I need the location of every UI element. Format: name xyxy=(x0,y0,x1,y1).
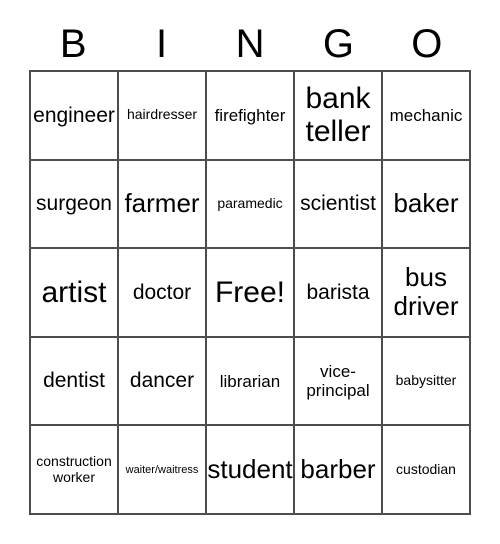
bingo-cell[interactable]: paramedic xyxy=(207,160,295,250)
bingo-cell-label: scientist xyxy=(300,192,376,216)
bingo-grid: engineer hairdresser firefighter bank telle… xyxy=(29,70,471,515)
bingo-cell-label: librarian xyxy=(219,371,281,391)
bingo-cell[interactable]: barber xyxy=(295,426,383,515)
bingo-cell[interactable]: construction worker xyxy=(31,426,119,515)
bingo-cell[interactable]: student xyxy=(207,426,295,515)
bingo-cell[interactable]: waiter/waitress xyxy=(119,426,207,515)
bingo-cell[interactable]: bus driver xyxy=(383,249,471,338)
bingo-cell[interactable]: dancer xyxy=(119,337,207,427)
header-letter-g: G xyxy=(322,22,354,66)
bingo-cell[interactable]: doctor xyxy=(119,249,207,338)
bingo-cell[interactable]: firefighter xyxy=(207,72,295,161)
bingo-cell[interactable]: baker xyxy=(383,160,471,250)
bingo-cell-label: mechanic xyxy=(389,105,463,125)
header-letter-i: I xyxy=(156,22,168,66)
bingo-cell[interactable]: barista xyxy=(295,249,383,338)
bingo-cell-label: doctor xyxy=(132,280,192,304)
bingo-header: B I N G O xyxy=(29,18,471,70)
bingo-cell[interactable]: mechanic xyxy=(383,72,471,161)
bingo-cell-label: hairdresser xyxy=(126,106,198,123)
bingo-cell-label: dentist xyxy=(43,369,105,393)
bingo-cell-label: paramedic xyxy=(217,195,283,212)
bingo-cell-label: construction worker xyxy=(36,453,112,485)
header-letter-o: O xyxy=(411,22,443,66)
bingo-cell[interactable]: Free! xyxy=(207,249,295,338)
bingo-cell[interactable]: dentist xyxy=(31,337,119,427)
bingo-cell-label: waiter/waitress xyxy=(125,463,199,476)
bingo-cell-label: barber xyxy=(300,454,376,485)
bingo-card: B I N G O engineer hairdresser firefighter… xyxy=(0,0,500,544)
bingo-cell-label: barista xyxy=(306,280,370,304)
header-letter-n: N xyxy=(235,22,265,66)
bingo-cell-label: bank teller xyxy=(305,81,371,149)
header-letter-b: B xyxy=(59,22,87,66)
bingo-cell-label: baker xyxy=(393,188,459,219)
bingo-cell[interactable]: surgeon xyxy=(31,160,119,250)
bingo-cell-label: bus driver xyxy=(393,262,459,322)
bingo-cell[interactable]: librarian xyxy=(207,337,295,427)
bingo-cell-label: artist xyxy=(41,275,107,309)
bingo-cell[interactable]: vice-principal xyxy=(295,337,383,427)
bingo-cell[interactable]: farmer xyxy=(119,160,207,250)
bingo-cell[interactable]: custodian xyxy=(383,426,471,515)
bingo-cell-label: Free! xyxy=(214,275,286,309)
bingo-cell-label: engineer xyxy=(33,103,115,127)
bingo-cell-label: babysitter xyxy=(395,372,457,389)
bingo-cell[interactable]: babysitter xyxy=(383,337,471,427)
bingo-cell-label: firefighter xyxy=(214,105,286,125)
bingo-cell[interactable]: artist xyxy=(31,249,119,338)
bingo-cell[interactable]: scientist xyxy=(295,160,383,250)
bingo-cell-label: vice-principal xyxy=(306,362,370,401)
bingo-cell-label: surgeon xyxy=(36,192,112,216)
bingo-cell-label: custodian xyxy=(396,460,456,477)
bingo-cell-label: dancer xyxy=(129,369,195,393)
bingo-cell-label: farmer xyxy=(124,188,200,219)
bingo-cell[interactable]: bank teller xyxy=(295,72,383,161)
bingo-cell-label: student xyxy=(207,454,293,485)
bingo-cell[interactable]: engineer xyxy=(31,72,119,161)
bingo-cell[interactable]: hairdresser xyxy=(119,72,207,161)
